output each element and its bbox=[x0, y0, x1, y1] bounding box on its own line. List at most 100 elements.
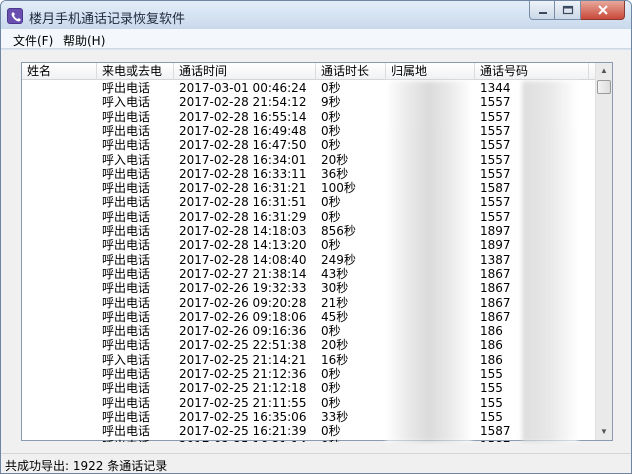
cell-duration: 100秒 bbox=[321, 181, 356, 196]
app-window: 楼月手机通话记录恢复软件 文件(F) 帮助(H) 姓名 来电或去电 通话时间 通… bbox=[0, 0, 632, 474]
column-header-location[interactable]: 归属地 bbox=[386, 63, 475, 80]
cell-call-type: 呼出电话 bbox=[102, 166, 151, 181]
cell-name bbox=[27, 195, 97, 209]
cell-call-type: 呼出电话 bbox=[102, 252, 151, 267]
cell-duration: 21秒 bbox=[321, 295, 349, 310]
table-row[interactable]: 呼出电话 2017-02-26 19:32:33 30秒 1867 bbox=[22, 281, 596, 295]
main-content: 姓名 来电或去电 通话时间 通话时长 归属地 通话号码 呼出电话 2017-03-… bbox=[1, 50, 631, 453]
cell-name bbox=[27, 224, 97, 238]
cell-duration: 20秒 bbox=[321, 338, 349, 353]
table-row[interactable]: 呼出电话 2017-02-28 16:47:50 0秒 1557 bbox=[22, 138, 596, 152]
close-button[interactable] bbox=[581, 1, 625, 20]
cell-call-time: 2017-03-01 00:46:24 bbox=[179, 81, 307, 95]
cell-name bbox=[27, 210, 97, 224]
table-row[interactable]: 呼出电话 2017-02-25 16:21:39 0秒 1587 bbox=[22, 424, 596, 438]
cell-duration: 0秒 bbox=[321, 195, 341, 210]
table-row[interactable]: 呼出电话 2017-02-26 09:18:06 45秒 1867 bbox=[22, 310, 596, 324]
cell-number: 1867 bbox=[480, 281, 511, 296]
cell-number: 1897 bbox=[480, 238, 511, 253]
cell-number: 1867 bbox=[480, 309, 511, 324]
cell-call-type: 呼出电话 bbox=[102, 181, 151, 196]
cell-name bbox=[27, 81, 97, 95]
cell-call-type: 呼出电话 bbox=[102, 439, 174, 443]
cell-name bbox=[27, 167, 97, 181]
cell-call-type: 呼出电话 bbox=[102, 209, 151, 224]
cell-name bbox=[27, 281, 97, 295]
table-row[interactable]: 呼出电话 2017-02-25 22:51:38 20秒 186 bbox=[22, 338, 596, 352]
window-controls bbox=[529, 1, 625, 21]
table-row[interactable]: 呼出电话 2017-02-25 16:21:14 0秒 1587 bbox=[22, 439, 596, 443]
table-row[interactable]: 呼出电话 2017-02-28 16:31:51 0秒 1557 bbox=[22, 195, 596, 209]
cell-duration: 0秒 bbox=[321, 109, 341, 124]
table-row[interactable]: 呼出电话 2017-02-28 16:55:14 0秒 1557 bbox=[22, 110, 596, 124]
table-row[interactable]: 呼出电话 2017-02-27 21:38:14 43秒 1867 bbox=[22, 267, 596, 281]
table-row[interactable]: 呼出电话 2017-02-28 16:31:21 100秒 1587 bbox=[22, 181, 596, 195]
table-row[interactable]: 呼出电话 2017-02-28 16:31:29 0秒 1557 bbox=[22, 210, 596, 224]
vertical-scrollbar[interactable]: ▲ ▼ bbox=[595, 63, 612, 440]
close-icon bbox=[598, 5, 608, 15]
table-row[interactable]: 呼出电话 2017-02-26 09:16:36 0秒 186 bbox=[22, 324, 596, 338]
cell-call-time: 2017-02-26 09:18:06 bbox=[179, 309, 307, 324]
cell-duration: 0秒 bbox=[321, 367, 341, 381]
cell-name bbox=[27, 367, 97, 381]
cell-name bbox=[27, 95, 97, 109]
table-row[interactable]: 呼出电话 2017-02-28 14:08:40 249秒 1387 bbox=[22, 253, 596, 267]
cell-name bbox=[27, 396, 97, 410]
table-row[interactable]: 呼出电话 2017-02-25 21:11:55 0秒 155 bbox=[22, 396, 596, 410]
cell-duration: 0秒 bbox=[321, 424, 341, 439]
cell-call-time: 2017-02-28 16:55:14 bbox=[179, 109, 307, 124]
cell-number: 1557 bbox=[480, 123, 511, 138]
table-row[interactable]: 呼出电话 2017-02-26 09:20:28 21秒 1867 bbox=[22, 296, 596, 310]
cell-number: 1897 bbox=[480, 224, 511, 238]
cell-call-type: 呼出电话 bbox=[102, 295, 151, 310]
cell-number: 186 bbox=[480, 338, 503, 353]
cell-call-type: 呼入电话 bbox=[102, 95, 151, 110]
table-row[interactable]: 呼入电话 2017-02-28 16:34:01 20秒 1557 bbox=[22, 153, 596, 167]
cell-name bbox=[27, 381, 97, 395]
scroll-down-icon[interactable]: ▼ bbox=[596, 424, 612, 440]
call-log-table[interactable]: 姓名 来电或去电 通话时间 通话时长 归属地 通话号码 呼出电话 2017-03-… bbox=[21, 62, 613, 443]
scrollbar-thumb[interactable] bbox=[597, 80, 611, 94]
cell-call-type: 呼出电话 bbox=[102, 367, 151, 381]
menu-file[interactable]: 文件(F) bbox=[13, 32, 53, 49]
minimize-button[interactable] bbox=[529, 1, 555, 20]
cell-call-type: 呼出电话 bbox=[102, 281, 151, 296]
cell-duration: 0秒 bbox=[321, 138, 341, 153]
table-row[interactable]: 呼出电话 2017-02-25 21:12:36 0秒 155 bbox=[22, 367, 596, 381]
column-header-duration[interactable]: 通话时长 bbox=[316, 63, 386, 80]
table-row[interactable]: 呼出电话 2017-02-28 14:13:20 0秒 1897 bbox=[22, 238, 596, 252]
column-header-number[interactable]: 通话号码 bbox=[475, 63, 589, 80]
cell-call-time: 2017-02-28 16:31:29 bbox=[179, 209, 307, 224]
table-row[interactable]: 呼出电话 2017-03-01 00:46:24 0秒 1344 bbox=[22, 81, 596, 95]
cell-call-time: 2017-02-28 16:33:11 bbox=[179, 166, 307, 181]
cell-number: 155 bbox=[480, 367, 503, 381]
table-row[interactable]: 呼出电话 2017-02-25 16:35:06 33秒 155 bbox=[22, 410, 596, 424]
cell-call-type: 呼出电话 bbox=[102, 409, 151, 424]
table-row[interactable]: 呼出电话 2017-02-28 16:49:48 0秒 1557 bbox=[22, 124, 596, 138]
cell-name bbox=[27, 267, 97, 281]
title-bar[interactable]: 楼月手机通话记录恢复软件 bbox=[1, 1, 631, 29]
cell-call-type: 呼出电话 bbox=[102, 109, 151, 124]
cell-duration: 16秒 bbox=[321, 352, 349, 367]
table-row[interactable]: 呼出电话 2017-02-28 14:18:03 856秒 1897 bbox=[22, 224, 596, 238]
cell-number: 186 bbox=[480, 324, 503, 339]
table-row[interactable]: 呼出电话 2017-02-28 16:33:11 36秒 1557 bbox=[22, 167, 596, 181]
scroll-up-icon[interactable]: ▲ bbox=[596, 63, 612, 79]
table-row[interactable]: 呼出电话 2017-02-25 21:12:18 0秒 155 bbox=[22, 381, 596, 395]
menu-help[interactable]: 帮助(H) bbox=[63, 32, 105, 49]
column-header-call-time[interactable]: 通话时间 bbox=[174, 63, 316, 80]
phone-app-icon bbox=[7, 8, 23, 24]
maximize-button[interactable] bbox=[555, 1, 581, 20]
cell-duration: 856秒 bbox=[321, 224, 356, 238]
table-row[interactable]: 呼入电话 2017-02-25 21:14:21 16秒 186 bbox=[22, 353, 596, 367]
cell-duration: 0秒 bbox=[321, 81, 341, 95]
cell-call-time: 2017-02-28 16:47:50 bbox=[179, 138, 307, 153]
column-header-name[interactable]: 姓名 bbox=[22, 63, 97, 80]
cell-call-type: 呼出电话 bbox=[102, 381, 151, 396]
cell-name bbox=[27, 124, 97, 138]
column-header-call-type[interactable]: 来电或去电 bbox=[97, 63, 174, 80]
table-row[interactable]: 呼入电话 2017-02-28 21:54:12 9秒 1557 bbox=[22, 95, 596, 109]
cell-call-time: 2017-02-27 21:38:14 bbox=[179, 266, 307, 281]
cell-call-type: 呼入电话 bbox=[102, 152, 151, 167]
cell-call-time: 2017-02-25 21:14:21 bbox=[179, 352, 307, 367]
